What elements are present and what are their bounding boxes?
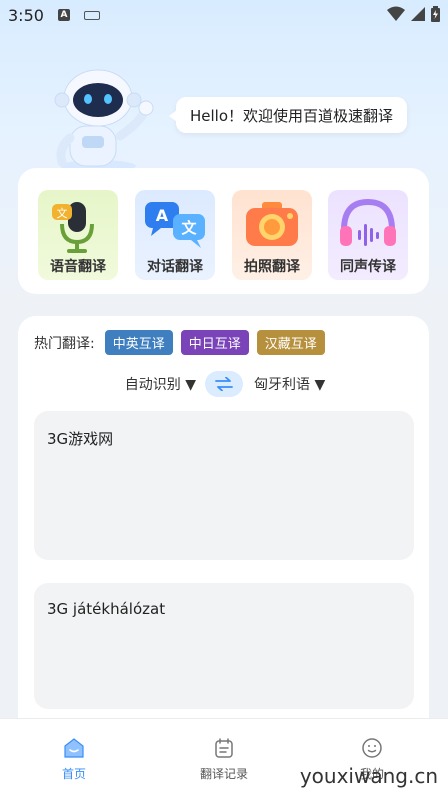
- tab-label: 翻译记录: [199, 767, 248, 781]
- source-language: 自动识别: [124, 377, 181, 393]
- swap-languages-button[interactable]: [205, 371, 243, 397]
- hot-label: 热门翻译:: [34, 335, 95, 352]
- chat-translate-icon: A 文: [145, 202, 205, 248]
- feature-label: 拍照翻译: [244, 259, 300, 275]
- watermark-text: youxiwang.cn: [299, 764, 438, 788]
- battery-icon: [431, 6, 440, 22]
- chat-bubble-a: A: [156, 206, 169, 225]
- status-time: 3:50: [8, 6, 44, 25]
- history-icon: [215, 738, 233, 758]
- home-icon: [64, 738, 84, 758]
- chip-zh-ja[interactable]: 中日互译: [180, 330, 249, 355]
- feature-dialog-translate[interactable]: A 文 对话翻译: [135, 190, 215, 280]
- feature-label: 语音翻译: [50, 259, 106, 275]
- feature-label: 对话翻译: [147, 259, 203, 275]
- translation-output[interactable]: 3G játékhálózat: [34, 583, 414, 709]
- wifi-icon: [387, 6, 405, 21]
- robot-mascot-icon: [54, 69, 154, 172]
- headphones-icon: [340, 198, 396, 246]
- swap-icon: [215, 377, 233, 391]
- keyboard-icon: [84, 11, 100, 20]
- source-text-input[interactable]: 3G游戏网: [34, 411, 414, 560]
- microphone-icon: 文: [52, 202, 94, 253]
- feature-voice-translate[interactable]: 文 语音翻译: [38, 190, 118, 280]
- feature-simultaneous-interpret[interactable]: 同声传译: [328, 190, 408, 280]
- target-language-dropdown[interactable]: 匈牙利语 ▼: [254, 374, 325, 394]
- chip-zh-en[interactable]: 中英互译: [104, 330, 173, 355]
- status-bar: 3:50 A: [0, 0, 448, 32]
- feature-photo-translate[interactable]: 拍照翻译: [232, 190, 312, 280]
- tab-history[interactable]: 翻译记录: [164, 737, 284, 782]
- feature-card: 文 语音翻译 A 文 对话翻译 拍照翻译 同声传译: [18, 168, 429, 294]
- hot-translations: 热门翻译: 中英互译 中日互译 汉藏互译: [34, 330, 325, 355]
- chat-bubble-b: 文: [181, 219, 197, 237]
- chip-zh-bo[interactable]: 汉藏互译: [256, 330, 325, 355]
- source-text: 3G游戏网: [47, 430, 114, 448]
- camera-icon: [246, 202, 298, 246]
- signal-icon: [411, 7, 425, 21]
- translated-text: 3G játékhálózat: [47, 600, 166, 618]
- tab-label: 首页: [61, 767, 86, 781]
- source-language-dropdown[interactable]: 自动识别 ▼: [125, 374, 196, 394]
- notification-app-icon: A: [58, 9, 70, 21]
- tab-home[interactable]: 首页: [14, 737, 134, 782]
- greeting-bubble: Hello！欢迎使用百道极速翻译: [168, 97, 408, 133]
- chevron-down-icon: ▼: [314, 377, 326, 393]
- chevron-down-icon: ▼: [185, 377, 196, 393]
- feature-label: 同声传译: [340, 259, 396, 275]
- greeting-text: Hello！欢迎使用百道极速翻译: [190, 106, 394, 125]
- voice-badge-text: 文: [57, 206, 68, 220]
- profile-icon: [362, 738, 382, 758]
- language-selector-row: 自动识别 ▼ 匈牙利语 ▼: [18, 370, 429, 398]
- target-language: 匈牙利语: [254, 377, 310, 393]
- translate-card: 热门翻译: 中英互译 中日互译 汉藏互译 自动识别 ▼ 匈牙利语 ▼ 3G游戏网…: [18, 316, 429, 736]
